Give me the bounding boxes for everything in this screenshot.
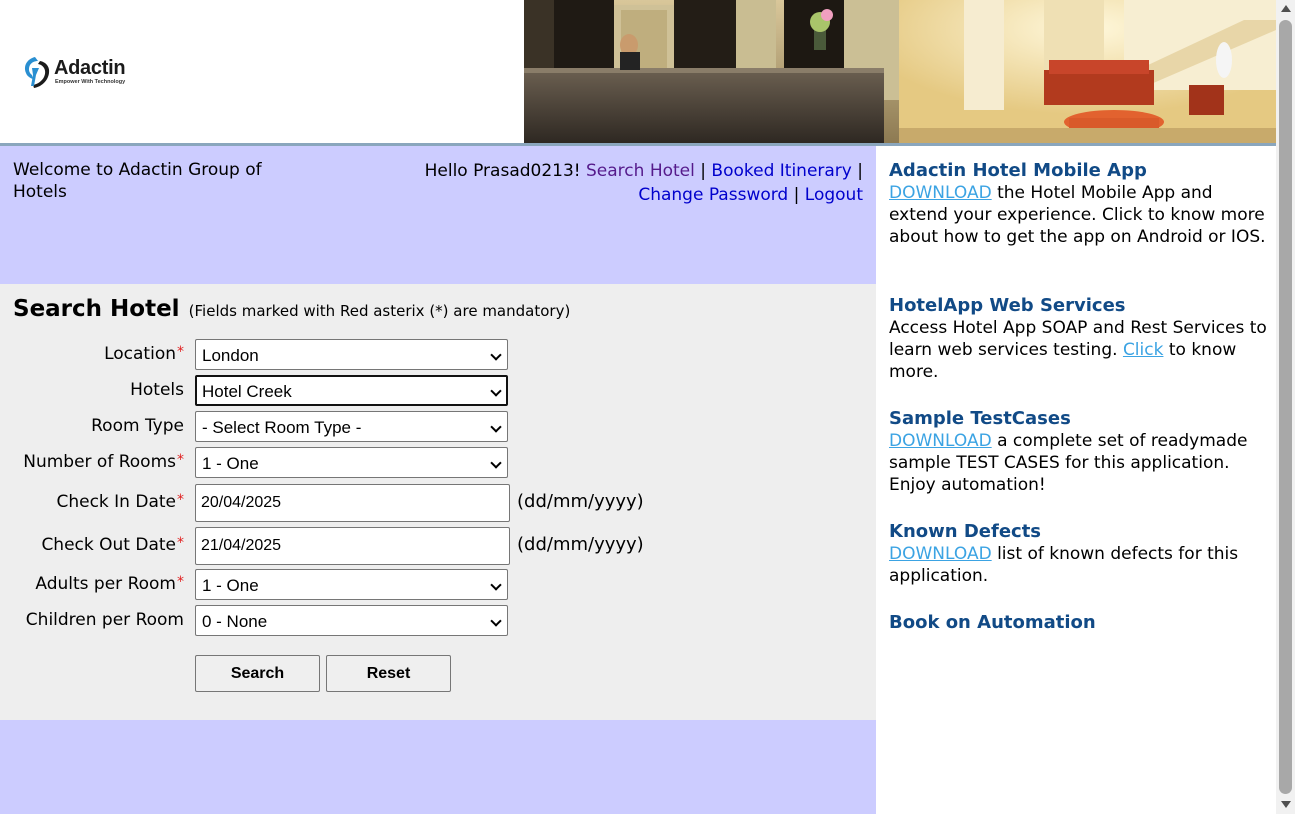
book-section: Book on Automation xyxy=(889,612,1269,634)
brand-tagline: Empower With Technology xyxy=(55,79,126,85)
location-select[interactable]: London xyxy=(195,339,508,370)
scroll-up-icon[interactable] xyxy=(1281,5,1291,12)
nav-separator: | xyxy=(857,161,863,181)
mobile-app-download-link[interactable]: DOWNLOAD xyxy=(889,183,992,203)
vertical-scrollbar[interactable] xyxy=(1276,0,1295,814)
hotels-value: Hotel Creek xyxy=(202,382,292,401)
logout-link[interactable]: Logout xyxy=(805,185,863,205)
scroll-down-icon[interactable] xyxy=(1281,801,1291,808)
book-on-automation-title[interactable]: Book on Automation xyxy=(889,612,1269,634)
hotel-lobby-banner xyxy=(524,0,1276,143)
number-of-rooms-label: Number of Rooms* xyxy=(23,452,184,472)
known-defects-download-link[interactable]: DOWNLOAD xyxy=(889,544,992,564)
mandatory-note: (Fields marked with Red asterix (*) are … xyxy=(188,302,571,320)
scrollbar-thumb[interactable] xyxy=(1279,20,1292,794)
known-defects-section: Known Defects DOWNLOAD list of known def… xyxy=(889,521,1269,587)
adactin-logo[interactable]: Adactin Empower With Technology xyxy=(22,55,162,89)
number-of-rooms-select[interactable]: 1 - One xyxy=(195,447,508,478)
check-in-date-input[interactable]: 20/04/2025 xyxy=(195,484,510,522)
required-asterisk: * xyxy=(177,492,184,508)
known-defects-title: Known Defects xyxy=(889,521,1042,542)
search-button[interactable]: Search xyxy=(195,655,320,692)
children-value: 0 - None xyxy=(202,612,268,631)
hotels-label: Hotels xyxy=(130,380,184,400)
check-out-date-input[interactable]: 21/04/2025 xyxy=(195,527,510,565)
welcome-text: Welcome to Adactin Group of Hotels xyxy=(13,160,262,202)
test-cases-download-link[interactable]: DOWNLOAD xyxy=(889,431,992,451)
nav-separator: | xyxy=(700,161,706,181)
info-sidebar: Adactin Hotel Mobile App DOWNLOAD the Ho… xyxy=(876,146,1276,814)
adults-per-room-select[interactable]: 1 - One xyxy=(195,569,508,600)
reset-button[interactable]: Reset xyxy=(326,655,451,692)
chevron-down-icon xyxy=(490,457,502,469)
room-type-label: Room Type xyxy=(91,416,184,436)
required-asterisk: * xyxy=(177,574,184,590)
nav-separator: | xyxy=(793,185,800,205)
mobile-app-section: Adactin Hotel Mobile App DOWNLOAD the Ho… xyxy=(889,160,1269,248)
change-password-link[interactable]: Change Password xyxy=(638,185,788,205)
room-type-select[interactable]: - Select Room Type - xyxy=(195,411,508,442)
adults-value: 1 - One xyxy=(202,576,259,595)
web-services-click-link[interactable]: Click xyxy=(1123,340,1164,360)
welcome-band: Welcome to Adactin Group of Hotels Hello… xyxy=(0,146,876,284)
number-of-rooms-value: 1 - One xyxy=(202,454,259,473)
search-hotel-link[interactable]: Search Hotel xyxy=(586,161,695,181)
form-heading: Search Hotel (Fields marked with Red ast… xyxy=(13,296,570,322)
search-hotel-form: Search Hotel (Fields marked with Red ast… xyxy=(0,284,876,720)
check-out-label: Check Out Date* xyxy=(41,535,184,555)
test-cases-title: Sample TestCases xyxy=(889,408,1071,429)
chevron-down-icon xyxy=(490,615,502,627)
chevron-down-icon xyxy=(490,349,502,361)
required-asterisk: * xyxy=(177,535,184,551)
check-in-label: Check In Date* xyxy=(56,492,184,512)
children-per-room-select[interactable]: 0 - None xyxy=(195,605,508,636)
brand-name: Adactin xyxy=(54,57,126,79)
children-label: Children per Room xyxy=(25,610,184,630)
logo-area: Adactin Empower With Technology xyxy=(0,0,524,143)
footer-band xyxy=(0,720,876,814)
adactin-logo-icon xyxy=(25,57,50,88)
web-services-section: HotelApp Web Services Access Hotel App S… xyxy=(889,295,1269,383)
room-type-value: - Select Room Type - xyxy=(202,418,362,437)
test-cases-section: Sample TestCases DOWNLOAD a complete set… xyxy=(889,408,1269,496)
mobile-app-title: Adactin Hotel Mobile App xyxy=(889,160,1147,181)
location-label: Location* xyxy=(104,344,184,364)
location-value: London xyxy=(202,346,259,365)
check-out-format-hint: (dd/mm/yyyy) xyxy=(517,534,644,555)
page-title: Search Hotel xyxy=(13,296,180,322)
chevron-down-icon xyxy=(490,421,502,433)
adults-label: Adults per Room* xyxy=(35,574,184,594)
chevron-down-icon xyxy=(490,385,502,397)
hotels-select[interactable]: Hotel Creek xyxy=(195,375,508,406)
web-services-title: HotelApp Web Services xyxy=(889,295,1126,316)
booked-itinerary-link[interactable]: Booked Itinerary xyxy=(711,161,851,181)
user-nav: Hello Prasad0213! Search Hotel | Booked … xyxy=(383,159,863,207)
greeting: Hello Prasad0213! xyxy=(424,161,581,181)
chevron-down-icon xyxy=(490,579,502,591)
check-in-format-hint: (dd/mm/yyyy) xyxy=(517,491,644,512)
required-asterisk: * xyxy=(177,452,184,468)
required-asterisk: * xyxy=(177,344,184,360)
